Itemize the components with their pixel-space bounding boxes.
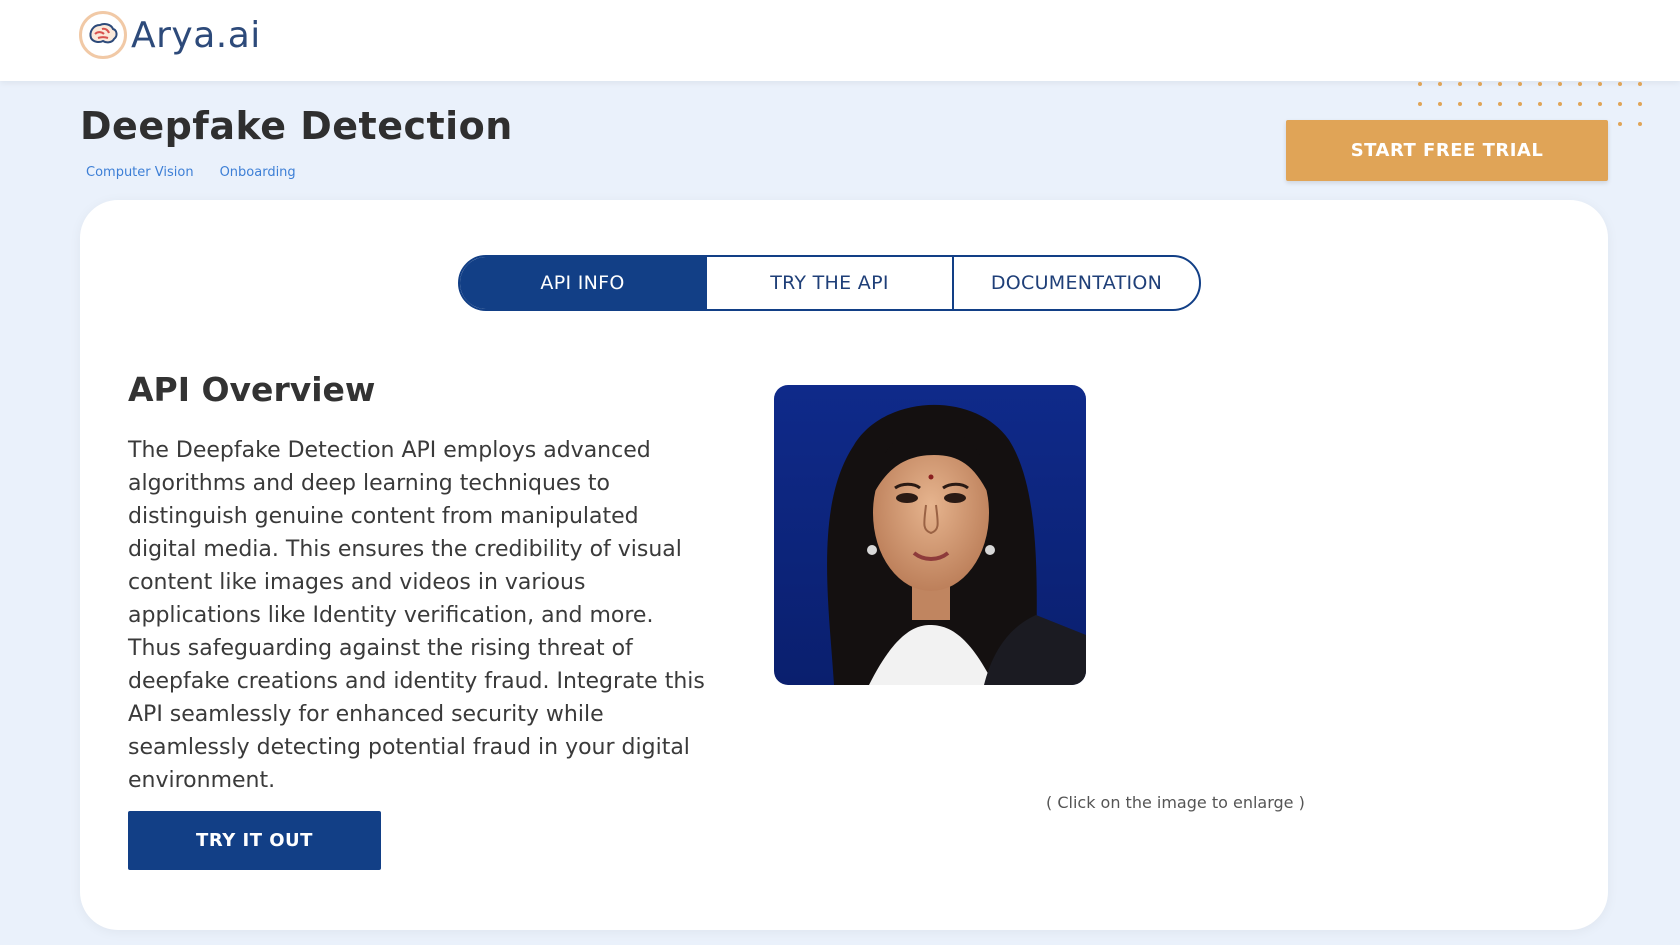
tab-api-info[interactable]: API INFO	[460, 257, 705, 309]
logo-text: Arya.ai	[131, 14, 261, 56]
overview-description: The Deepfake Detection API employs advan…	[128, 438, 705, 793]
top-navbar: Arya.ai	[0, 0, 1680, 81]
overview-heading: API Overview	[128, 370, 376, 409]
start-free-trial-button[interactable]: START FREE TRIAL	[1286, 120, 1608, 181]
tab-documentation[interactable]: DOCUMENTATION	[952, 257, 1199, 309]
tag-onboarding[interactable]: Onboarding	[220, 165, 296, 180]
tab-bar: API INFO TRY THE API DOCUMENTATION	[458, 255, 1201, 311]
tag-list: Computer Vision Onboarding	[86, 165, 296, 180]
brain-logo-icon	[79, 11, 127, 59]
try-it-out-button[interactable]: TRY IT OUT	[128, 811, 381, 870]
tab-try-the-api[interactable]: TRY THE API	[705, 257, 952, 309]
tag-computer-vision[interactable]: Computer Vision	[86, 165, 194, 180]
sample-face-image[interactable]	[774, 385, 1086, 685]
logo[interactable]: Arya.ai	[79, 11, 261, 59]
page-title: Deepfake Detection	[80, 104, 513, 148]
image-caption: ( Click on the image to enlarge )	[1046, 793, 1305, 812]
